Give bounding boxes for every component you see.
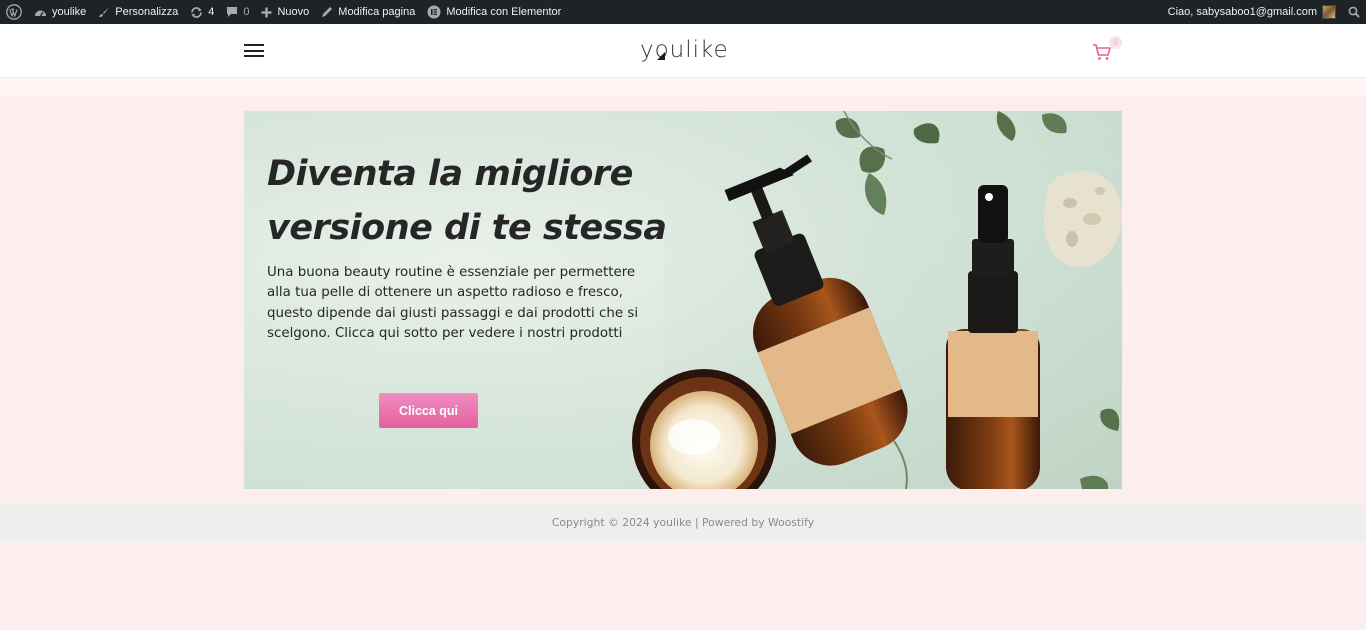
hero-banner: Diventa la migliore versione di te stess… [244, 111, 1122, 489]
site-name-label: youlike [52, 6, 87, 18]
plus-icon [261, 7, 272, 17]
brush-icon [99, 7, 110, 17]
avatar [1322, 5, 1336, 19]
updates-link[interactable]: 4 [184, 0, 220, 24]
customize-link[interactable]: Personalizza [92, 0, 184, 24]
comments-count: 0 [243, 6, 250, 18]
pencil-icon [322, 7, 333, 17]
edit-page-link[interactable]: Modifica pagina [315, 0, 421, 24]
site-logo[interactable]: youlike [640, 36, 728, 64]
site-name-link[interactable]: youlike [28, 0, 92, 24]
greeting-label: Ciao, sabysaboo1@gmail.com [1167, 6, 1317, 18]
wp-logo-menu[interactable] [0, 0, 28, 24]
comment-icon [227, 7, 238, 17]
logo-text: youlike [640, 37, 728, 63]
new-content-label: Nuovo [277, 6, 310, 18]
dashboard-icon [35, 10, 46, 16]
youlike-logo: youlike [640, 37, 728, 63]
hero-description: Una buona beauty routine è essenziale pe… [267, 265, 639, 342]
hero-title: Diventa la migliore versione di te stess… [267, 147, 687, 255]
search-icon [1348, 6, 1360, 18]
hero-title-line-2: versione di te stessa [267, 208, 667, 248]
site-header: youlike 0 [0, 24, 1366, 78]
cta-button[interactable]: Clicca qui [379, 393, 478, 428]
header-spacer [0, 78, 1366, 96]
elementor-icon [427, 5, 441, 19]
refresh-icon [191, 6, 203, 18]
cart-button[interactable]: 0 [1092, 36, 1122, 64]
hamburger-icon[interactable] [244, 44, 264, 57]
cart-count-badge: 0 [1109, 36, 1122, 49]
admin-search-button[interactable] [1342, 0, 1366, 24]
comments-link[interactable]: 0 [220, 0, 255, 24]
my-account-link[interactable]: Ciao, sabysaboo1@gmail.com [1162, 0, 1342, 24]
wordpress-icon [6, 4, 22, 20]
edit-elementor-link[interactable]: Modifica con Elementor [421, 0, 567, 24]
updates-count: 4 [208, 6, 215, 18]
admin-bar: youlike Personalizza 4 0 Nuovo Modifica … [0, 0, 1366, 24]
edit-elementor-label: Modifica con Elementor [446, 6, 562, 18]
site-footer: Copyright © 2024 youlike | Powered by Wo… [0, 504, 1366, 541]
edit-page-label: Modifica pagina [338, 6, 416, 18]
copyright-text: Copyright © 2024 youlike | Powered by Wo… [551, 516, 815, 529]
new-content-link[interactable]: Nuovo [255, 0, 315, 24]
customize-label: Personalizza [115, 6, 179, 18]
hero-title-line-1: Diventa la migliore [267, 154, 633, 194]
